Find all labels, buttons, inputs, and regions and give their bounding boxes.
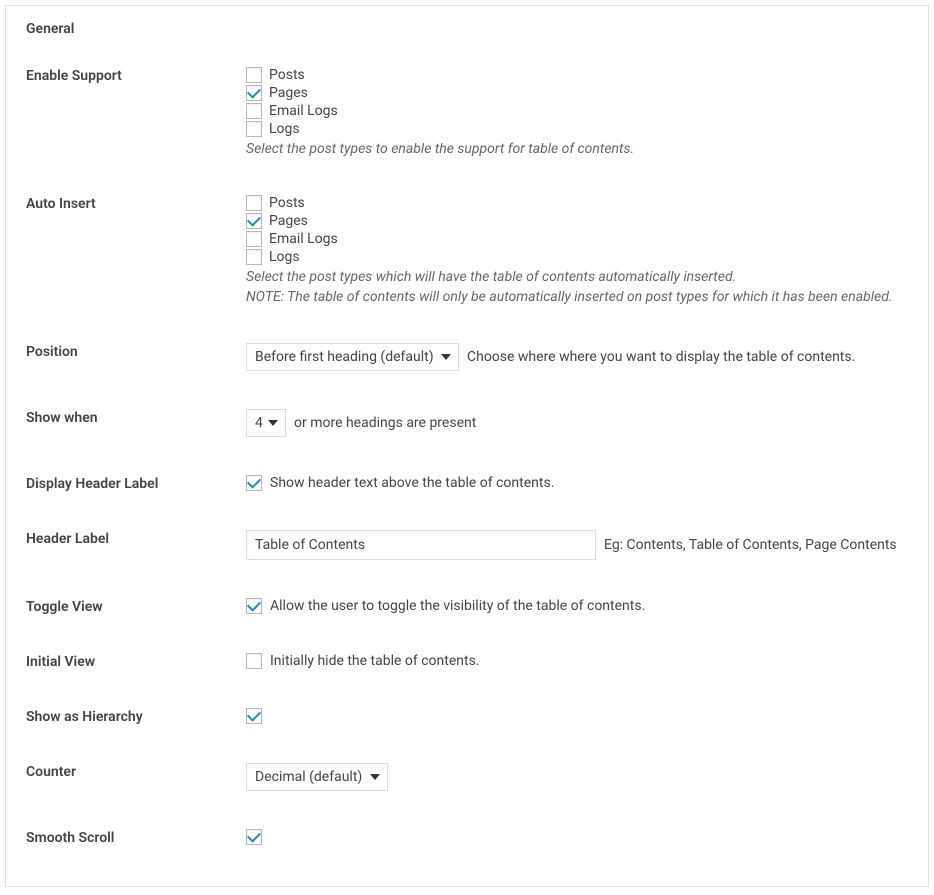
- control-smooth-scroll: [246, 829, 908, 845]
- display-header-label-text: Show header text above the table of cont…: [270, 475, 554, 491]
- auto-insert-description: Select the post types which will have th…: [246, 269, 908, 285]
- header-label-help: Eg: Contents, Table of Contents, Page Co…: [604, 537, 897, 553]
- row-position: Position Before first heading (default) …: [26, 343, 908, 371]
- section-title: General: [26, 21, 908, 37]
- checkbox-auto-insert-logs[interactable]: [246, 249, 262, 265]
- row-smooth-scroll: Smooth Scroll: [26, 829, 908, 846]
- checkbox-enable-support-pages[interactable]: [246, 85, 262, 101]
- control-display-header-label: Show header text above the table of cont…: [246, 475, 908, 491]
- checkbox-smooth-scroll[interactable]: [246, 829, 262, 845]
- label-smooth-scroll: Smooth Scroll: [26, 829, 246, 846]
- auto-insert-logs: Logs: [246, 249, 908, 265]
- row-show-hierarchy: Show as Hierarchy: [26, 708, 908, 725]
- show-when-suffix: or more headings are present: [294, 415, 476, 431]
- label-initial-view: Initial View: [26, 653, 246, 670]
- checkbox-auto-insert-posts[interactable]: [246, 195, 262, 211]
- row-toggle-view: Toggle View Allow the user to toggle the…: [26, 598, 908, 615]
- enable-support-posts: Posts: [246, 67, 908, 83]
- checkbox-display-header-label[interactable]: [246, 475, 262, 491]
- control-counter: Decimal (default): [246, 763, 908, 791]
- enable-support-logs: Logs: [246, 121, 908, 137]
- auto-insert-logs-label: Logs: [269, 249, 300, 265]
- row-counter: Counter Decimal (default): [26, 763, 908, 791]
- checkbox-auto-insert-pages[interactable]: [246, 213, 262, 229]
- checkbox-enable-support-email-logs[interactable]: [246, 103, 262, 119]
- enable-support-pages-label: Pages: [269, 85, 308, 101]
- control-initial-view: Initially hide the table of contents.: [246, 653, 908, 669]
- label-show-hierarchy: Show as Hierarchy: [26, 708, 246, 725]
- row-initial-view: Initial View Initially hide the table of…: [26, 653, 908, 670]
- label-toggle-view: Toggle View: [26, 598, 246, 615]
- auto-insert-options: Posts Pages Email Logs Logs: [246, 195, 908, 265]
- select-position[interactable]: Before first heading (default): [246, 343, 459, 371]
- initial-view-text: Initially hide the table of contents.: [270, 653, 480, 669]
- enable-support-description: Select the post types to enable the supp…: [246, 141, 908, 157]
- label-show-when: Show when: [26, 409, 246, 426]
- checkbox-enable-support-logs[interactable]: [246, 121, 262, 137]
- label-display-header-label: Display Header Label: [26, 475, 246, 492]
- label-counter: Counter: [26, 763, 246, 780]
- label-header-label: Header Label: [26, 530, 246, 547]
- row-display-header-label: Display Header Label Show header text ab…: [26, 475, 908, 492]
- label-enable-support: Enable Support: [26, 67, 246, 84]
- control-position: Before first heading (default) Choose wh…: [246, 343, 908, 371]
- control-header-label: Eg: Contents, Table of Contents, Page Co…: [246, 530, 908, 560]
- auto-insert-pages-label: Pages: [269, 213, 308, 229]
- checkbox-initial-view[interactable]: [246, 653, 262, 669]
- auto-insert-note: NOTE: The table of contents will only be…: [246, 289, 908, 305]
- label-auto-insert: Auto Insert: [26, 195, 246, 212]
- general-settings-panel: General Enable Support Posts Pages Email…: [5, 5, 929, 887]
- control-show-when: 4 or more headings are present: [246, 409, 908, 437]
- checkbox-enable-support-posts[interactable]: [246, 67, 262, 83]
- input-header-label[interactable]: [246, 530, 596, 560]
- row-auto-insert: Auto Insert Posts Pages Email Logs Logs: [26, 195, 908, 305]
- auto-insert-email-logs-label: Email Logs: [269, 231, 338, 247]
- row-show-when: Show when 4 or more headings are present: [26, 409, 908, 437]
- row-enable-support: Enable Support Posts Pages Email Logs Lo…: [26, 67, 908, 157]
- control-auto-insert: Posts Pages Email Logs Logs Select the p…: [246, 195, 908, 305]
- enable-support-logs-label: Logs: [269, 121, 300, 137]
- auto-insert-pages: Pages: [246, 213, 908, 229]
- control-show-hierarchy: [246, 708, 908, 724]
- row-header-label: Header Label Eg: Contents, Table of Cont…: [26, 530, 908, 560]
- enable-support-posts-label: Posts: [269, 67, 305, 83]
- position-help: Choose where where you want to display t…: [467, 349, 855, 365]
- enable-support-email-logs: Email Logs: [246, 103, 908, 119]
- enable-support-options: Posts Pages Email Logs Logs: [246, 67, 908, 137]
- auto-insert-email-logs: Email Logs: [246, 231, 908, 247]
- auto-insert-posts: Posts: [246, 195, 908, 211]
- enable-support-pages: Pages: [246, 85, 908, 101]
- checkbox-toggle-view[interactable]: [246, 598, 262, 614]
- select-show-when[interactable]: 4: [246, 409, 286, 437]
- toggle-view-text: Allow the user to toggle the visibility …: [270, 598, 645, 614]
- checkbox-show-hierarchy[interactable]: [246, 708, 262, 724]
- checkbox-auto-insert-email-logs[interactable]: [246, 231, 262, 247]
- enable-support-email-logs-label: Email Logs: [269, 103, 338, 119]
- select-counter[interactable]: Decimal (default): [246, 763, 388, 791]
- control-enable-support: Posts Pages Email Logs Logs Select the p…: [246, 67, 908, 157]
- label-position: Position: [26, 343, 246, 360]
- control-toggle-view: Allow the user to toggle the visibility …: [246, 598, 908, 614]
- auto-insert-posts-label: Posts: [269, 195, 305, 211]
